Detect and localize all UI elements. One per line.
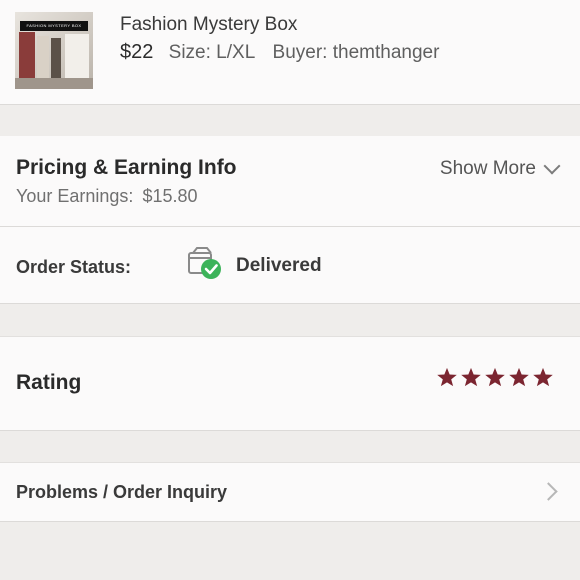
rating-label: Rating [16, 371, 82, 394]
show-more-button[interactable]: Show More [439, 157, 561, 180]
chevron-right-icon[interactable] [539, 482, 558, 501]
order-status-label: Order Status: [16, 257, 132, 277]
earnings-value: $15.80 [142, 186, 198, 206]
star-icon [437, 367, 457, 387]
product-buyer: Buyer: themthanger [272, 42, 440, 63]
thumbnail-banner: FASHION MYSTERY BOX [20, 21, 88, 31]
product-size: Size: L/XL [168, 42, 256, 63]
rating-card: Rating [0, 336, 580, 431]
thumbnail-clothes-red [19, 32, 35, 82]
chevron-down-icon [543, 157, 561, 175]
pricing-title: Pricing & Earning Info [16, 156, 237, 179]
product-price: $22 [120, 41, 154, 63]
star-icon [461, 367, 481, 387]
delivered-box-icon [188, 247, 221, 279]
star-icon [485, 367, 505, 387]
order-details-page: FASHION MYSTERY BOX Fashion Mystery Box … [0, 0, 580, 580]
earnings-label: Your Earnings: [16, 186, 134, 206]
show-more-label: Show More [439, 158, 536, 179]
product-summary[interactable]: FASHION MYSTERY BOX Fashion Mystery Box … [0, 0, 580, 105]
thumbnail-clothes-beige [37, 36, 49, 82]
problems-order-inquiry-row[interactable]: Problems / Order Inquiry [0, 462, 580, 522]
pricing-earning-card: Pricing & Earning Info Your Earnings: $1… [0, 136, 580, 227]
earnings-line: Your Earnings: $15.80 [16, 186, 198, 207]
product-title: Fashion Mystery Box [120, 14, 298, 35]
star-icon [509, 367, 529, 387]
thumbnail-clothes-dark [51, 38, 61, 82]
rating-stars [436, 367, 554, 388]
thumbnail-floor [15, 78, 93, 89]
product-meta: $22 Size: L/XL Buyer: themthanger [120, 41, 439, 64]
product-thumbnail[interactable]: FASHION MYSTERY BOX [15, 12, 93, 89]
order-status-card: Order Status: Delivered [0, 227, 580, 304]
problems-label: Problems / Order Inquiry [16, 482, 228, 502]
star-icon [533, 367, 553, 387]
thumbnail-clothes-white [65, 34, 89, 82]
order-status-value: Delivered [236, 255, 322, 276]
